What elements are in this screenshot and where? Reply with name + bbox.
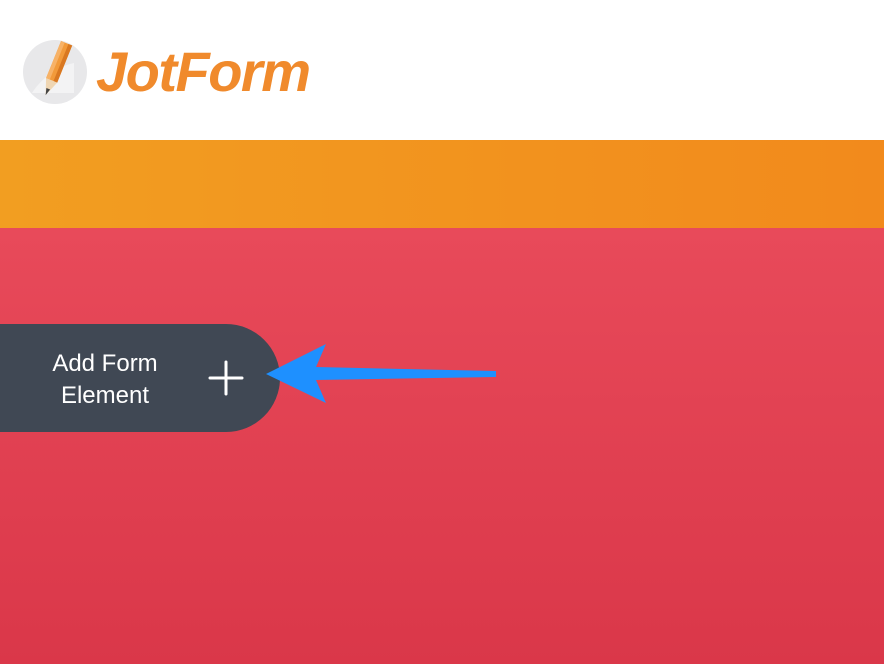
logo-text: JotForm — [96, 40, 311, 103]
arrow-annotation-icon — [266, 344, 496, 403]
jotform-logo[interactable]: JotForm — [22, 38, 311, 106]
add-form-element-label: Add Form Element — [30, 348, 180, 412]
plus-icon[interactable] — [208, 360, 244, 396]
header: JotForm — [0, 0, 884, 140]
form-header-band — [0, 140, 884, 228]
add-form-element-label-line2: Element — [60, 382, 150, 409]
add-form-element-label-line1: Add Form — [52, 350, 158, 377]
form-canvas — [0, 228, 884, 664]
jotform-pencil-logo-icon — [23, 40, 87, 104]
